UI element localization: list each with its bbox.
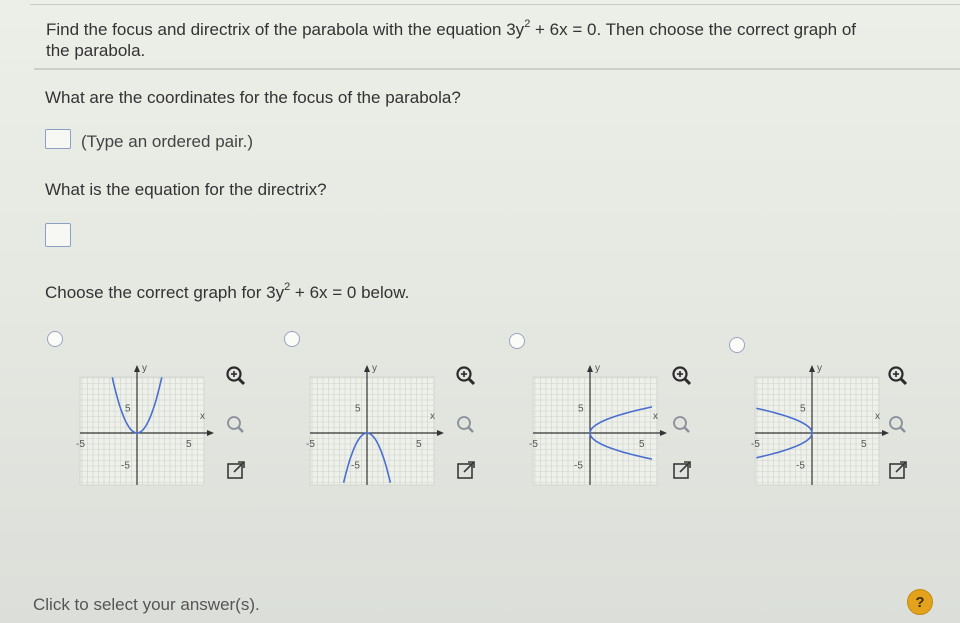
y-tick-neg5: -5 <box>574 461 583 472</box>
x-axis-label: x <box>200 411 205 422</box>
y-tick-neg5: -5 <box>351 461 360 472</box>
footer-status: Click to select your answer(s). <box>33 595 260 614</box>
zoom-in-icon[interactable] <box>224 364 248 388</box>
graph-plane: y x 5 -5 -5 5 <box>76 363 214 486</box>
directrix-answer-box[interactable] <box>45 223 71 247</box>
x-axis-label: x <box>875 411 880 422</box>
x-tick-neg5: -5 <box>76 439 85 450</box>
focus-prompt: What are the coordinates for the focus o… <box>45 88 461 107</box>
zoom-out-icon[interactable] <box>886 413 910 437</box>
graph-option-3[interactable]: y x 5 -5 -5 5 <box>525 355 675 495</box>
y-axis-label: y <box>817 363 822 374</box>
question-text-line2: the parabola. <box>46 41 146 60</box>
expand-icon[interactable] <box>886 458 910 482</box>
y-tick-5: 5 <box>355 404 361 415</box>
graph-option-4[interactable]: y x 5 -5 -5 5 <box>747 355 897 495</box>
graph-option-1[interactable]: y x 5 -5 -5 5 <box>72 355 222 495</box>
expand-icon[interactable] <box>670 458 694 482</box>
x-tick-neg5: -5 <box>306 439 315 450</box>
zoom-out-icon[interactable] <box>670 413 694 437</box>
focus-hint: (Type an ordered pair.) <box>81 132 253 151</box>
zoom-in-icon[interactable] <box>886 364 910 388</box>
graph-option-2-radio[interactable] <box>284 331 300 347</box>
x-tick-5: 5 <box>186 439 192 450</box>
graph-plane: y x 5 -5 -5 5 <box>306 363 444 486</box>
x-axis-label: x <box>430 411 435 422</box>
x-tick-5: 5 <box>639 439 645 450</box>
x-axis-label: x <box>653 411 658 422</box>
y-axis-label: y <box>372 363 377 374</box>
question-text-part1: Find the focus and directrix of the para… <box>46 20 525 39</box>
y-tick-5: 5 <box>578 404 584 415</box>
graph-option-3-radio[interactable] <box>509 333 525 349</box>
y-tick-neg5: -5 <box>796 461 805 472</box>
question-text-part2: + 6x = 0. Then choose the correct graph … <box>530 20 857 39</box>
y-tick-neg5: -5 <box>121 461 130 472</box>
section-divider <box>34 68 960 70</box>
y-axis-label: y <box>595 363 600 374</box>
zoom-in-icon[interactable] <box>670 364 694 388</box>
y-tick-5: 5 <box>125 404 131 415</box>
expand-icon[interactable] <box>224 458 248 482</box>
x-tick-neg5: -5 <box>529 439 538 450</box>
help-button[interactable]: ? <box>907 589 933 615</box>
graph-plane: y x 5 -5 -5 5 <box>529 363 667 486</box>
zoom-out-icon[interactable] <box>454 413 478 437</box>
x-tick-5: 5 <box>416 439 422 450</box>
question-text: Find the focus and directrix of the para… <box>46 14 946 61</box>
graph-choice-prompt: Choose the correct graph for 3y2 + 6x = … <box>45 277 409 303</box>
zoom-out-icon[interactable] <box>224 413 248 437</box>
graph-option-1-radio[interactable] <box>47 331 63 347</box>
directrix-prompt: What is the equation for the directrix? <box>45 180 327 199</box>
y-axis-label: y <box>142 363 147 374</box>
y-tick-5: 5 <box>800 404 806 415</box>
graph-choice-prompt-part2: + 6x = 0 below. <box>290 283 410 302</box>
x-tick-neg5: -5 <box>751 439 760 450</box>
graph-plane: y x 5 -5 -5 5 <box>751 363 889 486</box>
graph-choice-prompt-part1: Choose the correct graph for 3y <box>45 283 285 302</box>
top-border <box>30 4 960 5</box>
expand-icon[interactable] <box>454 458 478 482</box>
graph-option-4-radio[interactable] <box>729 337 745 353</box>
zoom-in-icon[interactable] <box>454 364 478 388</box>
focus-answer-box[interactable] <box>45 129 71 149</box>
x-tick-5: 5 <box>861 439 867 450</box>
graph-option-2[interactable]: y x 5 -5 -5 5 <box>302 355 452 495</box>
